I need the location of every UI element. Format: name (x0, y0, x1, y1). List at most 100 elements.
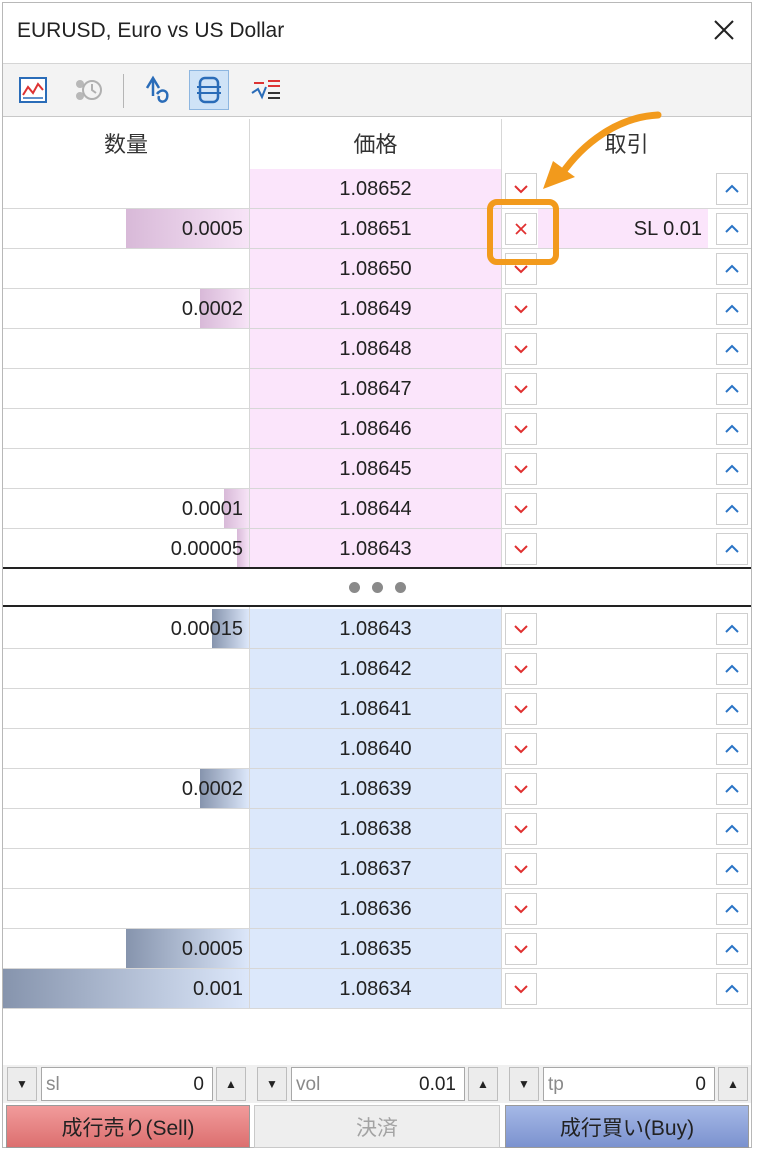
buy-limit-button[interactable] (716, 973, 748, 1005)
sell-limit-button[interactable] (505, 533, 537, 565)
depth-of-market-button[interactable] (189, 70, 229, 110)
sell-limit-button[interactable] (505, 493, 537, 525)
chevron-down-icon (514, 545, 528, 554)
bid-row: 0.0002 1.08639 (3, 769, 751, 809)
sell-limit-button[interactable] (505, 813, 537, 845)
sell-limit-button[interactable] (505, 373, 537, 405)
one-click-trading-icon (145, 75, 169, 103)
sell-limit-button[interactable] (505, 333, 537, 365)
buy-limit-button[interactable] (716, 493, 748, 525)
sl-field[interactable]: sl 0 (41, 1067, 213, 1101)
order-inputs: ▼ sl 0 ▲ ▼ vol 0.01 ▲ ▼ tp 0 ▲ (3, 1065, 751, 1103)
chevron-up-icon (725, 304, 739, 313)
price-cell: 1.08645 (250, 449, 501, 488)
buy-limit-button[interactable] (716, 213, 748, 245)
pending-order-label[interactable]: SL 0.01 (538, 209, 708, 248)
price-cell: 1.08644 (250, 489, 501, 528)
volume-cell (3, 329, 249, 368)
chevron-down-icon (514, 665, 528, 674)
sell-limit-button[interactable] (505, 893, 537, 925)
vol-decrement-button[interactable]: ▼ (257, 1067, 287, 1101)
buy-limit-button[interactable] (716, 413, 748, 445)
bid-row: 1.08640 (3, 729, 751, 769)
buy-limit-button[interactable] (716, 533, 748, 565)
buy-limit-button[interactable] (716, 253, 748, 285)
buy-limit-button[interactable] (716, 333, 748, 365)
volume-cell (3, 449, 249, 488)
buy-limit-button[interactable] (716, 653, 748, 685)
ask-row: 0.0005 1.08651 SL 0.01 (3, 209, 751, 249)
trade-cell (502, 809, 751, 848)
buy-limit-button[interactable] (716, 293, 748, 325)
buy-button[interactable]: 成行買い(Buy) (505, 1105, 749, 1148)
buy-limit-button[interactable] (716, 613, 748, 645)
chevron-down-icon (514, 425, 528, 434)
price-cell: 1.08648 (250, 329, 501, 368)
chart-button[interactable] (13, 70, 53, 110)
tick-chart-button[interactable] (247, 70, 287, 110)
price-cell: 1.08643 (250, 529, 501, 568)
vol-field[interactable]: vol 0.01 (291, 1067, 465, 1101)
buy-limit-button[interactable] (716, 933, 748, 965)
sell-limit-button[interactable] (505, 853, 537, 885)
sell-limit-button[interactable] (505, 613, 537, 645)
volume-cell (3, 889, 249, 928)
bid-row: 0.00015 1.08643 (3, 609, 751, 649)
chevron-up-icon (725, 704, 739, 713)
sl-increment-button[interactable]: ▲ (216, 1067, 246, 1101)
chevron-down-icon (514, 865, 528, 874)
history-icon (76, 80, 102, 100)
chevron-up-icon (725, 624, 739, 633)
sell-limit-button[interactable] (505, 733, 537, 765)
one-click-trading-button[interactable] (137, 70, 177, 110)
price-cell: 1.08634 (250, 969, 501, 1008)
volume-cell: 0.0002 (3, 769, 249, 808)
sell-limit-button[interactable] (505, 293, 537, 325)
buy-limit-button[interactable] (716, 893, 748, 925)
chevron-down-icon (514, 505, 528, 514)
price-cell: 1.08640 (250, 729, 501, 768)
buy-limit-button[interactable] (716, 853, 748, 885)
chevron-up-icon (725, 944, 739, 953)
dot (371, 581, 383, 593)
trade-cell (502, 409, 751, 448)
trade-cell (502, 649, 751, 688)
trade-cell (502, 769, 751, 808)
chevron-down-icon (514, 705, 528, 714)
buy-limit-button[interactable] (716, 813, 748, 845)
sell-limit-button[interactable] (505, 693, 537, 725)
buy-limit-button[interactable] (716, 693, 748, 725)
sell-limit-button[interactable] (505, 973, 537, 1005)
chevron-down-icon (514, 345, 528, 354)
sell-limit-button[interactable] (505, 653, 537, 685)
volume-value: 0.001 (192, 978, 243, 1000)
buy-limit-button[interactable] (716, 453, 748, 485)
sell-button[interactable]: 成行売り(Sell) (6, 1105, 250, 1148)
close-position-button[interactable]: 決済 (254, 1105, 500, 1148)
chevron-down-icon (514, 825, 528, 834)
history-button[interactable] (67, 70, 107, 110)
vol-increment-button[interactable]: ▲ (468, 1067, 498, 1101)
buy-limit-button[interactable] (716, 773, 748, 805)
tp-field[interactable]: tp 0 (543, 1067, 715, 1101)
sell-limit-button[interactable] (505, 773, 537, 805)
sell-limit-button[interactable] (505, 453, 537, 485)
trade-cell (502, 329, 751, 368)
spread-separator[interactable] (3, 567, 751, 607)
sell-limit-button[interactable] (505, 933, 537, 965)
buy-limit-button[interactable] (716, 173, 748, 205)
tp-increment-button[interactable]: ▲ (718, 1067, 748, 1101)
price-cell: 1.08637 (250, 849, 501, 888)
buy-limit-button[interactable] (716, 733, 748, 765)
sell-limit-button[interactable] (505, 413, 537, 445)
volume-cell (3, 689, 249, 728)
annotation-arrow-icon (543, 111, 662, 189)
price-cell: 1.08650 (250, 249, 501, 288)
price-cell: 1.08636 (250, 889, 501, 928)
tp-decrement-button[interactable]: ▼ (509, 1067, 539, 1101)
depth-of-market-icon (197, 76, 221, 104)
sl-decrement-button[interactable]: ▼ (7, 1067, 37, 1101)
close-button[interactable] (709, 15, 739, 45)
buy-limit-button[interactable] (716, 373, 748, 405)
chevron-up-icon (725, 384, 739, 393)
